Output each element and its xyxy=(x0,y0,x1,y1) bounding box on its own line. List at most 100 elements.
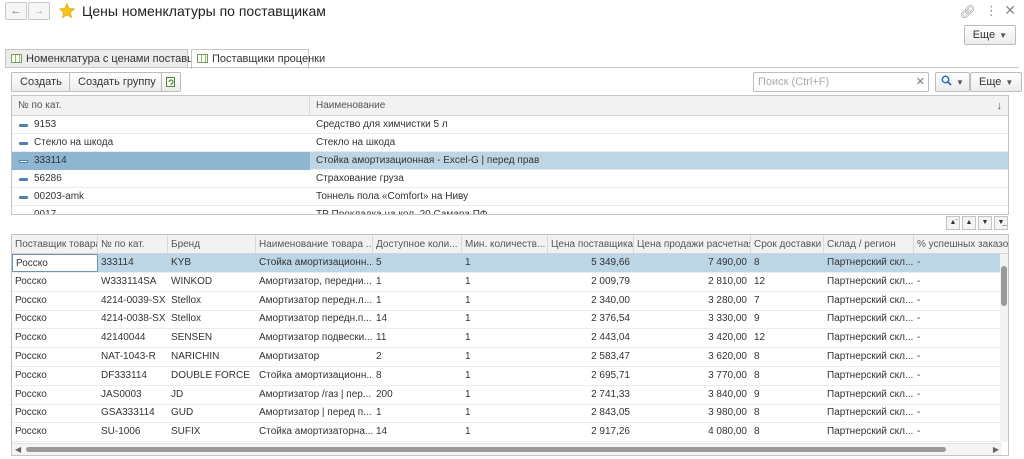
table-cell[interactable]: 12 xyxy=(751,329,824,347)
table-cell[interactable]: 2 443,04 xyxy=(548,329,634,347)
list-item[interactable]: 0017 ТР Прокладка на кол. 20 Самара ПФ xyxy=(12,206,1008,214)
table-row[interactable]: Росско 4214-0039-SX Stellox Амортизатор пер… xyxy=(12,292,1002,311)
create-button[interactable]: Создать xyxy=(11,72,71,92)
close-icon[interactable]: ✕ xyxy=(1004,2,1016,19)
column-header[interactable]: Поставщик товара xyxy=(12,235,98,254)
table-row[interactable]: Росско 42140044 SENSEN Амортизатор подвески… xyxy=(12,329,1002,349)
table-cell[interactable]: WINKOD xyxy=(168,273,256,291)
table-cell[interactable]: 2 583,47 xyxy=(548,348,634,366)
table-cell[interactable]: 1 xyxy=(462,386,548,404)
table-cell[interactable]: Амортизатор передн.л... xyxy=(256,292,373,310)
column-header[interactable]: Наименование товара ... xyxy=(256,235,373,254)
column-header[interactable]: Бренд xyxy=(168,235,256,254)
table-cell[interactable]: - xyxy=(914,254,1008,272)
table-cell[interactable]: Росско xyxy=(12,348,98,366)
table-row[interactable]: Росско NAT-1043-R NARICHIN Амортизатор 2 1 2 5… xyxy=(12,348,1002,367)
table-cell[interactable]: 1 xyxy=(462,273,548,291)
column-header-name[interactable]: Наименование ↓ xyxy=(310,96,1008,116)
table-cell[interactable]: 9 xyxy=(751,310,824,328)
table-cell[interactable]: Партнерский скл... xyxy=(824,292,914,310)
table-cell[interactable]: Росско xyxy=(12,329,98,347)
table-cell[interactable]: 5 xyxy=(373,254,462,272)
table-cell[interactable]: Амортизатор, передни... xyxy=(256,273,373,291)
table-cell[interactable]: 2 xyxy=(373,348,462,366)
column-header[interactable]: Мин. количеств... xyxy=(462,235,548,254)
table-cell[interactable]: SENSEN xyxy=(168,329,256,347)
table-cell[interactable]: Партнерский скл... xyxy=(824,348,914,366)
table-cell[interactable]: 8 xyxy=(751,348,824,366)
create-group-button[interactable]: Создать группу xyxy=(69,72,165,92)
scroll-thumb[interactable] xyxy=(1001,266,1007,306)
table-cell[interactable]: 2 843,05 xyxy=(548,404,634,422)
table-cell[interactable]: 14 xyxy=(373,423,462,441)
table-cell[interactable]: 1 xyxy=(462,329,548,347)
table-cell[interactable]: Партнерский скл... xyxy=(824,423,914,441)
table-cell[interactable]: 2 741,33 xyxy=(548,386,634,404)
more-button-top[interactable]: Еще ▼ xyxy=(963,25,1016,45)
supplier-prices-table[interactable]: Поставщик товара № по кат. Бренд Наименован… xyxy=(11,234,1009,456)
table-cell[interactable]: 2 695,71 xyxy=(548,367,634,385)
table-cell[interactable]: Стойка амортизационн... xyxy=(256,254,373,272)
table-row[interactable]: Росско GSA333114 GUD Амортизатор | перед п.… xyxy=(12,404,1002,424)
table-cell[interactable]: - xyxy=(914,292,1008,310)
table-cell[interactable]: 3 280,00 xyxy=(634,292,751,310)
list-item[interactable]: 00203-amk Тоннель пола «Comfort» на Ниву xyxy=(12,188,1008,206)
table-cell[interactable]: Партнерский скл... xyxy=(824,310,914,328)
table-cell[interactable]: 7 xyxy=(751,292,824,310)
column-header[interactable]: Склад / регион xyxy=(824,235,914,254)
table-cell[interactable]: Stellox xyxy=(168,292,256,310)
table-cell[interactable]: - xyxy=(914,273,1008,291)
table-cell[interactable]: Амортизатор передн.п... xyxy=(256,310,373,328)
table-row[interactable]: Росско 333114 KYB Стойка амортизационн... 5 1… xyxy=(12,254,1002,273)
list-item[interactable]: 9153 Средство для химчистки 5 л xyxy=(12,116,1008,134)
more-button-list[interactable]: Еще ▼ xyxy=(970,72,1023,92)
column-header[interactable]: Цена продажи расчетная xyxy=(634,235,751,254)
table-cell[interactable]: JAS0003 xyxy=(98,386,168,404)
table-cell[interactable]: Амортизатор | перед п... xyxy=(256,404,373,422)
table-cell[interactable]: 14 xyxy=(373,310,462,328)
table-cell[interactable]: Росско xyxy=(12,423,98,441)
table-cell[interactable]: 1 xyxy=(373,404,462,422)
table-cell[interactable]: 3 840,00 xyxy=(634,386,751,404)
table-cell[interactable]: 8 xyxy=(751,423,824,441)
tab-nomenclature-prices[interactable]: Номенклатура с ценами поставщиков xyxy=(5,49,219,68)
table-cell[interactable]: 9 xyxy=(751,386,824,404)
column-header[interactable]: № по кат. xyxy=(98,235,168,254)
back-button[interactable]: ← xyxy=(5,2,27,20)
table-cell[interactable]: 8 xyxy=(751,367,824,385)
forward-button[interactable]: → xyxy=(28,2,50,20)
table-cell[interactable]: 1 xyxy=(462,367,548,385)
table-cell[interactable]: Партнерский скл... xyxy=(824,254,914,272)
list-item[interactable]: 333114 Стойка амортизационная - Excel-G |… xyxy=(12,152,1008,170)
list-item[interactable]: Стекло на шкода Стекло на шкода xyxy=(12,134,1008,152)
search-input[interactable] xyxy=(754,73,914,91)
table-cell[interactable]: 4214-0039-SX xyxy=(98,292,168,310)
scroll-thumb[interactable] xyxy=(26,447,946,452)
table-cell[interactable]: KYB xyxy=(168,254,256,272)
table-cell[interactable]: Партнерский скл... xyxy=(824,273,914,291)
table-cell[interactable]: 2 009,79 xyxy=(548,273,634,291)
table-cell[interactable]: 42140044 xyxy=(98,329,168,347)
table-cell[interactable]: Партнерский скл... xyxy=(824,386,914,404)
table-cell[interactable]: 2 917,26 xyxy=(548,423,634,441)
table-cell[interactable]: 5 349,66 xyxy=(548,254,634,272)
table-cell[interactable]: 3 980,00 xyxy=(634,404,751,422)
table-cell[interactable]: 3 620,00 xyxy=(634,348,751,366)
table-cell[interactable]: Росско xyxy=(12,273,98,291)
table-cell[interactable]: 1 xyxy=(462,404,548,422)
table-row[interactable]: Росско JAS0003 JD Амортизатор /газ | пер...… xyxy=(12,386,1002,405)
list-item[interactable]: 56286 Страхование груза xyxy=(12,170,1008,188)
table-cell[interactable]: 1 xyxy=(462,423,548,441)
table-cell[interactable]: 4 080,00 xyxy=(634,423,751,441)
table-cell[interactable]: JD xyxy=(168,386,256,404)
column-header[interactable]: Цена поставщика xyxy=(548,235,634,254)
table-cell[interactable]: 4214-0038-SX xyxy=(98,310,168,328)
table-cell[interactable]: 8 xyxy=(373,367,462,385)
column-header[interactable]: Срок доставки xyxy=(751,235,824,254)
link-icon[interactable]: 🔗︎ xyxy=(959,4,976,20)
table-cell[interactable]: Амортизатор /газ | пер... xyxy=(256,386,373,404)
table-cell[interactable]: - xyxy=(914,423,1008,441)
table-cell[interactable]: - xyxy=(914,329,1008,347)
table-cell[interactable]: 333114 xyxy=(98,254,168,272)
table-cell[interactable]: - xyxy=(914,386,1008,404)
